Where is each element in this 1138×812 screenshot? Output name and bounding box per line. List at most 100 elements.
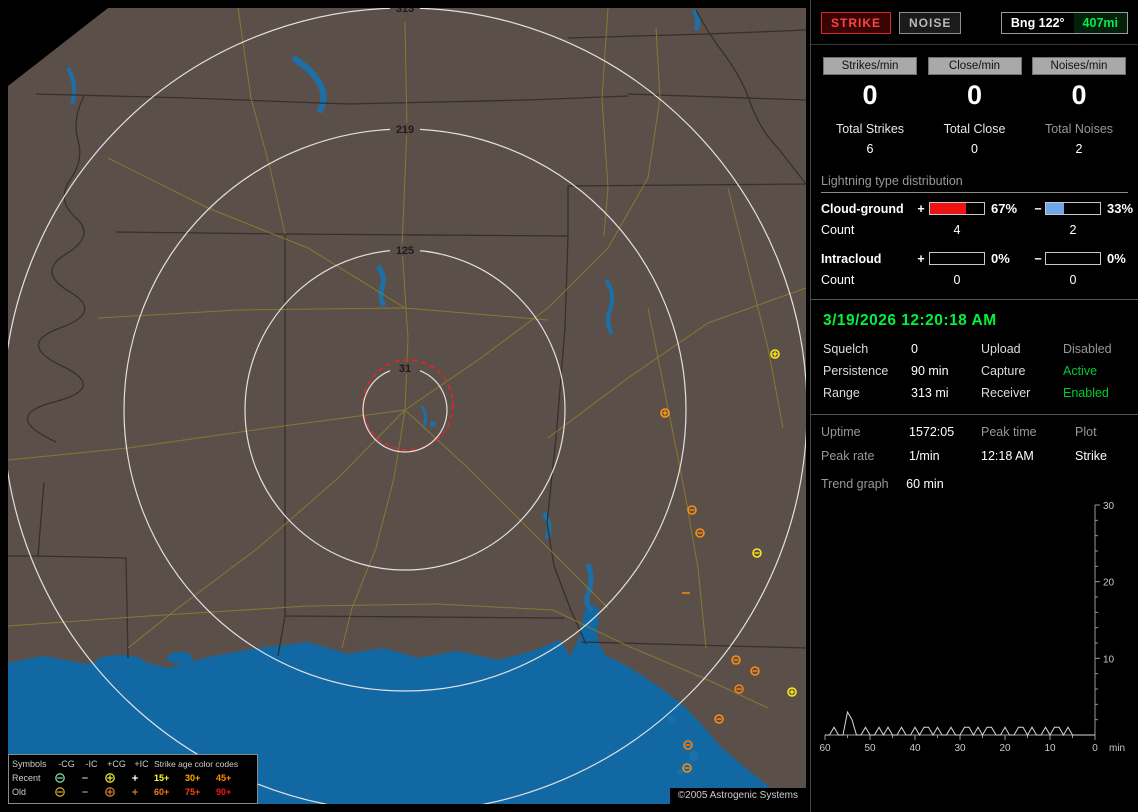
svg-text:min: min [1109,743,1125,754]
trend-chart: 10 20 30 0 10 20 30 40 50 60 min [811,491,1138,762]
strikes-per-min-value: 0 [862,80,878,110]
info-grid: Uptime 1572:05 Peak time Plot Peak rate … [821,425,1128,463]
ic-positive-bar [929,252,985,265]
plot-label: Plot [1075,425,1097,439]
trend-chart-canvas: 10 20 30 0 10 20 30 40 50 60 min [819,501,1125,754]
squelch-value: 0 [911,342,918,356]
strike-age-code: 30+ [185,772,201,783]
legend-age-header: Strike age color codes [154,758,239,769]
svg-text:0: 0 [1092,743,1098,754]
legend-col-neg-ic: -IC [85,758,98,769]
lightning-map[interactable]: 313 219 125 31 Symbols -CG -IC +CG +IC Stri… [8,8,806,804]
bearing-label: Bng 122° [1001,13,1074,33]
range-label: Range [823,386,860,400]
minus-icon [82,791,88,793]
ic-negative-pct: 0% [1107,251,1126,266]
svg-text:30: 30 [954,743,966,754]
noises-per-min-button[interactable]: Noises/min [1032,57,1126,75]
range-ring-label: 219 [396,124,414,136]
minus-sign: − [1034,251,1042,266]
ic-negative-count: 0 [1069,273,1077,287]
total-noises-label: Total Noises [1044,122,1114,136]
cloud-ground-row: Cloud-ground + 67% − 33% [821,201,1133,216]
peak-rate-label: Peak rate [821,449,875,463]
strike-age-code: 60+ [154,786,170,797]
strike-age-code: 15+ [154,772,170,783]
uptime-label: Uptime [821,425,861,439]
strike-age-code: 45+ [216,772,232,783]
circle-minus-icon [55,787,65,797]
legend-row: Old 60+ 75+ 90+ [12,785,254,799]
cg-count-label: Count [821,223,855,237]
strikes-column: Strikes/min 0 Total Strikes 6 [823,57,917,156]
legend-symbol-cell [129,786,154,798]
range-ring-label: 313 [396,8,414,15]
ic-count-label: Count [821,273,855,287]
legend-col-pos-cg: +CG [107,758,126,769]
legend-symbol-cell [104,786,129,798]
trend-graph-row: Trend graph 60 min [821,477,1128,491]
intracloud-label: Intracloud [821,251,882,266]
strike-button[interactable]: STRIKE [821,12,892,34]
info-section: Uptime 1572:05 Peak time Plot Peak rate … [811,414,1138,491]
svg-text:40: 40 [909,743,921,754]
circle-minus-icon [55,773,65,783]
cg-positive-count: 4 [953,223,961,237]
ic-positive-pct: 0% [991,251,1010,266]
range-ring-label: 125 [396,245,414,257]
range-value: 313 mi [911,386,949,400]
legend-col-pos-ic: +IC [134,758,149,769]
legend-col-neg-cg: -CG [58,758,75,769]
legend-symbol-cell [54,772,79,784]
capture-label: Capture [981,364,1026,378]
minus-icon [82,777,88,779]
plus-icon [132,789,138,795]
total-close-value: 0 [971,142,978,156]
cg-negative-count: 2 [1069,223,1077,237]
circle-plus-icon [105,773,115,783]
legend-symbol-cell [104,772,129,784]
bearing-distance: 407mi [1073,13,1127,33]
squelch-label: Squelch [823,342,869,356]
receiver-value: Enabled [1063,386,1109,400]
noises-per-min-value: 0 [1071,80,1087,110]
strikes-per-min-button[interactable]: Strikes/min [823,57,917,75]
noise-button[interactable]: NOISE [899,12,962,34]
cg-positive-pct: 67% [991,201,1018,216]
strike-age-code: 75+ [185,786,201,797]
total-strikes-label: Total Strikes [835,122,905,136]
upload-value: Disabled [1063,342,1112,356]
rate-stats: Strikes/min 0 Total Strikes 6 Close/min … [811,45,1138,170]
svg-text:60: 60 [819,743,831,754]
ic-negative-bar [1045,252,1101,265]
circle-plus-icon [105,787,115,797]
intracloud-count-row: Count 0 0 [821,273,1128,287]
svg-text:20: 20 [1103,578,1115,589]
legend-row: Recent 15+ 30+ 45+ [12,771,254,785]
status-grid: Squelch 0 Upload Disabled Persistence 90… [821,342,1128,408]
legend-symbol-cell [79,786,104,798]
plot-value: Strike [1075,449,1107,463]
close-column: Close/min 0 Total Close 0 [927,57,1022,156]
plus-sign: + [917,251,925,266]
status-section: 3/19/2026 12:20:18 AM Squelch 0 Upload D… [811,299,1138,414]
cloud-ground-count-row: Count 4 2 [821,223,1128,237]
trend-graph-label: Trend graph [821,477,889,491]
total-noises-value: 2 [1075,142,1083,156]
plus-icon [132,775,138,781]
svg-text:10: 10 [1103,654,1115,665]
legend-symbols-header: Symbols [12,758,47,769]
control-panel: STRIKE NOISE Bng 122° 407mi Strikes/min … [810,0,1138,812]
legend-row-label: Old [12,786,27,797]
receiver-label: Receiver [981,386,1031,400]
persistence-value: 90 min [911,364,949,378]
capture-value: Active [1063,364,1098,378]
ic-positive-count: 0 [953,273,961,287]
close-per-min-button[interactable]: Close/min [927,57,1022,75]
lightning-distribution: Lightning type distribution Cloud-ground… [811,170,1138,299]
legend-symbol-cell [129,772,154,784]
cg-negative-bar [1045,202,1101,215]
plus-sign: + [917,201,925,216]
noises-column: Noises/min 0 Total Noises 2 [1032,57,1126,156]
cloud-ground-label: Cloud-ground [821,201,904,216]
